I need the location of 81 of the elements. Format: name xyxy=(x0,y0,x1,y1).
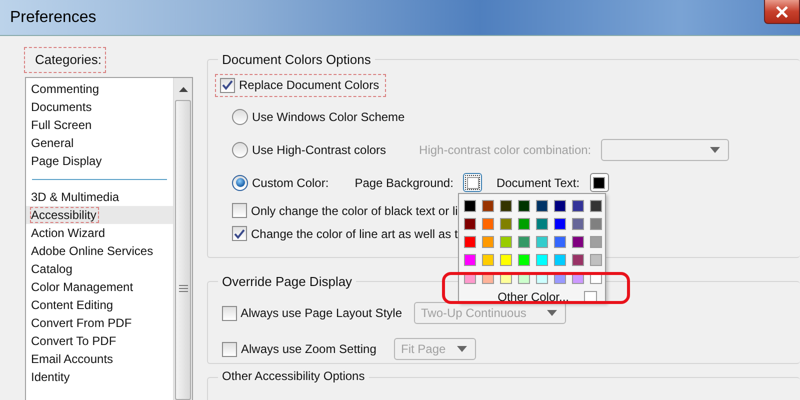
color-swatch[interactable] xyxy=(590,236,602,248)
color-swatch[interactable] xyxy=(464,236,476,248)
color-swatch[interactable] xyxy=(572,200,584,212)
color-swatch[interactable] xyxy=(518,200,530,212)
color-swatch[interactable] xyxy=(590,218,602,230)
category-item[interactable]: Full Screen xyxy=(26,116,173,134)
document-text-color-button[interactable] xyxy=(590,173,609,192)
color-swatch[interactable] xyxy=(536,218,548,230)
category-item[interactable]: Action Wizard xyxy=(26,224,173,242)
scroll-up-icon[interactable] xyxy=(178,86,188,92)
radio-button[interactable] xyxy=(232,108,248,124)
color-swatch[interactable] xyxy=(572,236,584,248)
radio-option[interactable]: Custom Color: xyxy=(232,174,329,190)
category-item[interactable]: Documents xyxy=(26,98,173,116)
category-item[interactable]: Convert To PDF xyxy=(26,332,173,350)
category-item[interactable]: Catalog xyxy=(26,260,173,278)
color-swatch[interactable] xyxy=(464,254,476,266)
replace-colors-checkbox[interactable]: Replace Document Colors xyxy=(216,74,386,96)
combination-label: High-contrast color combination: xyxy=(419,142,592,156)
category-item[interactable]: Page Display xyxy=(26,152,173,170)
color-swatch[interactable] xyxy=(482,218,494,230)
check-icon xyxy=(222,80,233,90)
color-swatch[interactable] xyxy=(464,218,476,230)
radio-option[interactable]: Use Windows Color Scheme xyxy=(232,108,405,124)
color-swatch[interactable] xyxy=(500,200,512,212)
category-item[interactable]: Accessibility xyxy=(26,206,173,224)
grip-icon xyxy=(179,285,188,292)
color-swatch[interactable] xyxy=(554,200,566,212)
scroll-thumb[interactable] xyxy=(175,100,191,400)
color-swatch[interactable] xyxy=(500,218,512,230)
color-swatch[interactable] xyxy=(554,218,566,230)
color-swatch[interactable] xyxy=(536,200,548,212)
categories-label: Categories: xyxy=(25,48,106,72)
page-background-color-button[interactable] xyxy=(463,173,482,192)
window-title: Preferences xyxy=(10,8,96,26)
close-icon xyxy=(775,6,789,18)
category-item[interactable]: Email Accounts xyxy=(26,350,173,368)
combination-dropdown[interactable] xyxy=(601,138,730,160)
category-item[interactable]: 3D & Multimedia xyxy=(26,188,173,206)
dropdown-arrow-icon xyxy=(710,146,720,152)
category-item[interactable]: Commenting xyxy=(26,80,173,98)
option-checkbox[interactable]: Always use Page Layout Style xyxy=(222,306,402,320)
group-title: Other Accessibility Options xyxy=(218,369,369,383)
dropdown-arrow-icon xyxy=(547,310,557,316)
color-swatch[interactable] xyxy=(518,236,530,248)
color-swatch[interactable] xyxy=(518,254,530,266)
category-item[interactable]: Convert From PDF xyxy=(26,314,173,332)
category-item[interactable]: Adobe Online Services xyxy=(26,242,173,260)
color-swatch[interactable] xyxy=(518,218,530,230)
group-title: Document Colors Options xyxy=(221,52,372,67)
other-color-item[interactable]: Other Color... xyxy=(464,289,605,305)
radio-button[interactable] xyxy=(232,142,248,158)
category-item[interactable]: Identity xyxy=(26,368,173,386)
color-swatch[interactable] xyxy=(554,236,566,248)
color-swatch[interactable] xyxy=(536,254,548,266)
color-swatch[interactable] xyxy=(482,200,494,212)
dropdown-arrow-icon xyxy=(457,346,467,352)
group-title: Override Page Display xyxy=(221,274,354,289)
color-swatch[interactable] xyxy=(590,254,602,266)
close-button[interactable] xyxy=(764,0,800,24)
color-swatch[interactable] xyxy=(554,254,566,266)
page-background-label: Page Background: xyxy=(354,176,454,190)
category-item[interactable]: Content Editing xyxy=(26,296,173,314)
radio-option[interactable]: Use High-Contrast colors xyxy=(232,142,386,158)
scrollbar[interactable] xyxy=(173,78,192,400)
color-swatch[interactable] xyxy=(482,254,494,266)
option-checkbox[interactable]: Only change the color of black text or li xyxy=(232,203,458,218)
color-swatch[interactable] xyxy=(464,200,476,212)
category-item[interactable]: General xyxy=(26,134,173,152)
option-checkbox[interactable]: Change the color of line art as well as t xyxy=(232,226,458,241)
category-item[interactable]: Color Management xyxy=(26,278,173,296)
color-swatch[interactable] xyxy=(572,218,584,230)
color-swatch[interactable] xyxy=(590,200,602,212)
color-swatch[interactable] xyxy=(500,236,512,248)
color-swatch[interactable] xyxy=(500,254,512,266)
color-swatch[interactable] xyxy=(482,236,494,248)
check-icon xyxy=(234,228,245,238)
radio-button[interactable] xyxy=(232,174,248,190)
color-swatch[interactable] xyxy=(536,236,548,248)
color-swatch[interactable] xyxy=(572,254,584,266)
document-text-label: Document Text: xyxy=(496,176,580,190)
